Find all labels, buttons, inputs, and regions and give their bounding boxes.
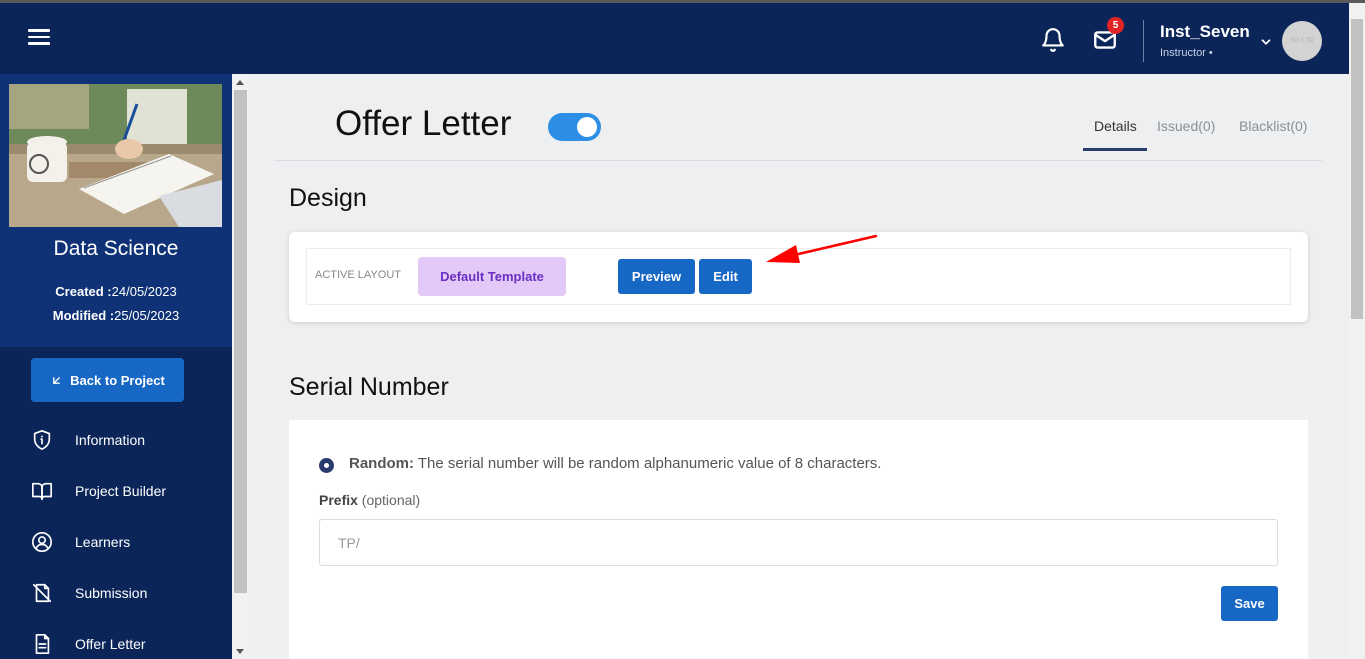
created-date: Created :24/05/2023 [0,284,232,299]
sidebar-scrollbar[interactable] [232,74,249,659]
random-radio[interactable] [319,458,334,473]
project-summary: Data Science Created :24/05/2023 Modifie… [0,74,232,347]
offer-letter-toggle[interactable] [548,113,601,141]
sidebar-item-information[interactable]: Information [0,420,232,460]
random-label: Random: [349,455,414,472]
sidebar-item-label: Submission [75,585,148,601]
created-label: Created : [55,284,112,299]
page-scrollbar-thumb[interactable] [1351,19,1363,319]
save-button[interactable]: Save [1221,586,1278,621]
sidebar-item-label: Project Builder [75,483,167,499]
preview-button[interactable]: Preview [618,259,695,294]
title-divider [274,160,1322,161]
prefix-label-text: Prefix [319,492,358,508]
project-thumbnail [9,84,222,227]
sidebar-item-label: Information [75,432,146,448]
prefix-optional-text: (optional) [357,492,421,508]
edit-button[interactable]: Edit [699,259,752,294]
tab-blacklist[interactable]: Blacklist(0) [1239,118,1307,134]
serial-number-heading: Serial Number [289,373,449,401]
modified-label: Modified : [52,308,115,323]
sidebar-item-offer-letter[interactable]: Offer Letter [0,624,232,659]
random-option: Random: The serial number will be random… [349,455,881,472]
page-title: Offer Letter [335,104,512,143]
sidebar-scrollbar-thumb[interactable] [234,90,247,593]
page-scrollbar[interactable] [1349,3,1365,659]
annotation-arrow-icon [766,234,878,263]
sidebar-item-submission[interactable]: Submission [0,573,232,613]
bell-icon[interactable] [1040,27,1066,53]
back-to-project-label: Back to Project [70,372,165,388]
header-divider [1143,20,1144,62]
chevron-down-icon[interactable] [1259,35,1273,49]
sidebar-item-label: Learners [75,534,131,550]
prefix-label: Prefix (optional) [319,492,420,508]
active-tab-indicator [1083,148,1147,151]
sidebar-item-label: Offer Letter [75,636,146,652]
created-value: 24/05/2023 [111,284,177,299]
scroll-down-arrow-icon[interactable] [236,649,244,654]
sidebar-item-learners[interactable]: Learners [0,522,232,562]
sidebar: Data Science Created :24/05/2023 Modifie… [0,74,232,659]
user-circle-icon [32,532,52,552]
active-layout-label: ACTIVE LAYOUT [315,269,401,281]
modified-value: 25/05/2023 [114,308,180,323]
sidebar-item-project-builder[interactable]: Project Builder [0,471,232,511]
default-template-button[interactable]: Default Template [418,257,566,296]
notification-badge: 5 [1107,17,1124,34]
user-role: Instructor • [1160,47,1213,59]
arrow-down-left-icon [53,376,61,384]
modified-date: Modified :25/05/2023 [0,308,232,323]
user-name[interactable]: Inst_Seven [1160,22,1250,42]
avatar[interactable]: 50 x 50 [1282,21,1322,61]
top-header [0,3,1349,74]
random-description: The serial number will be random alphanu… [414,455,882,472]
submission-icon [32,583,52,603]
shield-icon [33,430,51,450]
project-title: Data Science [53,237,179,260]
design-heading: Design [289,184,367,212]
scroll-up-arrow-icon[interactable] [236,80,244,85]
prefix-input[interactable] [319,519,1278,566]
tab-issued[interactable]: Issued(0) [1157,118,1215,134]
document-icon [35,634,50,654]
book-icon [32,482,52,501]
tab-details[interactable]: Details [1094,118,1137,134]
back-to-project-button[interactable]: Back to Project [31,358,184,402]
menu-icon[interactable] [28,29,50,47]
